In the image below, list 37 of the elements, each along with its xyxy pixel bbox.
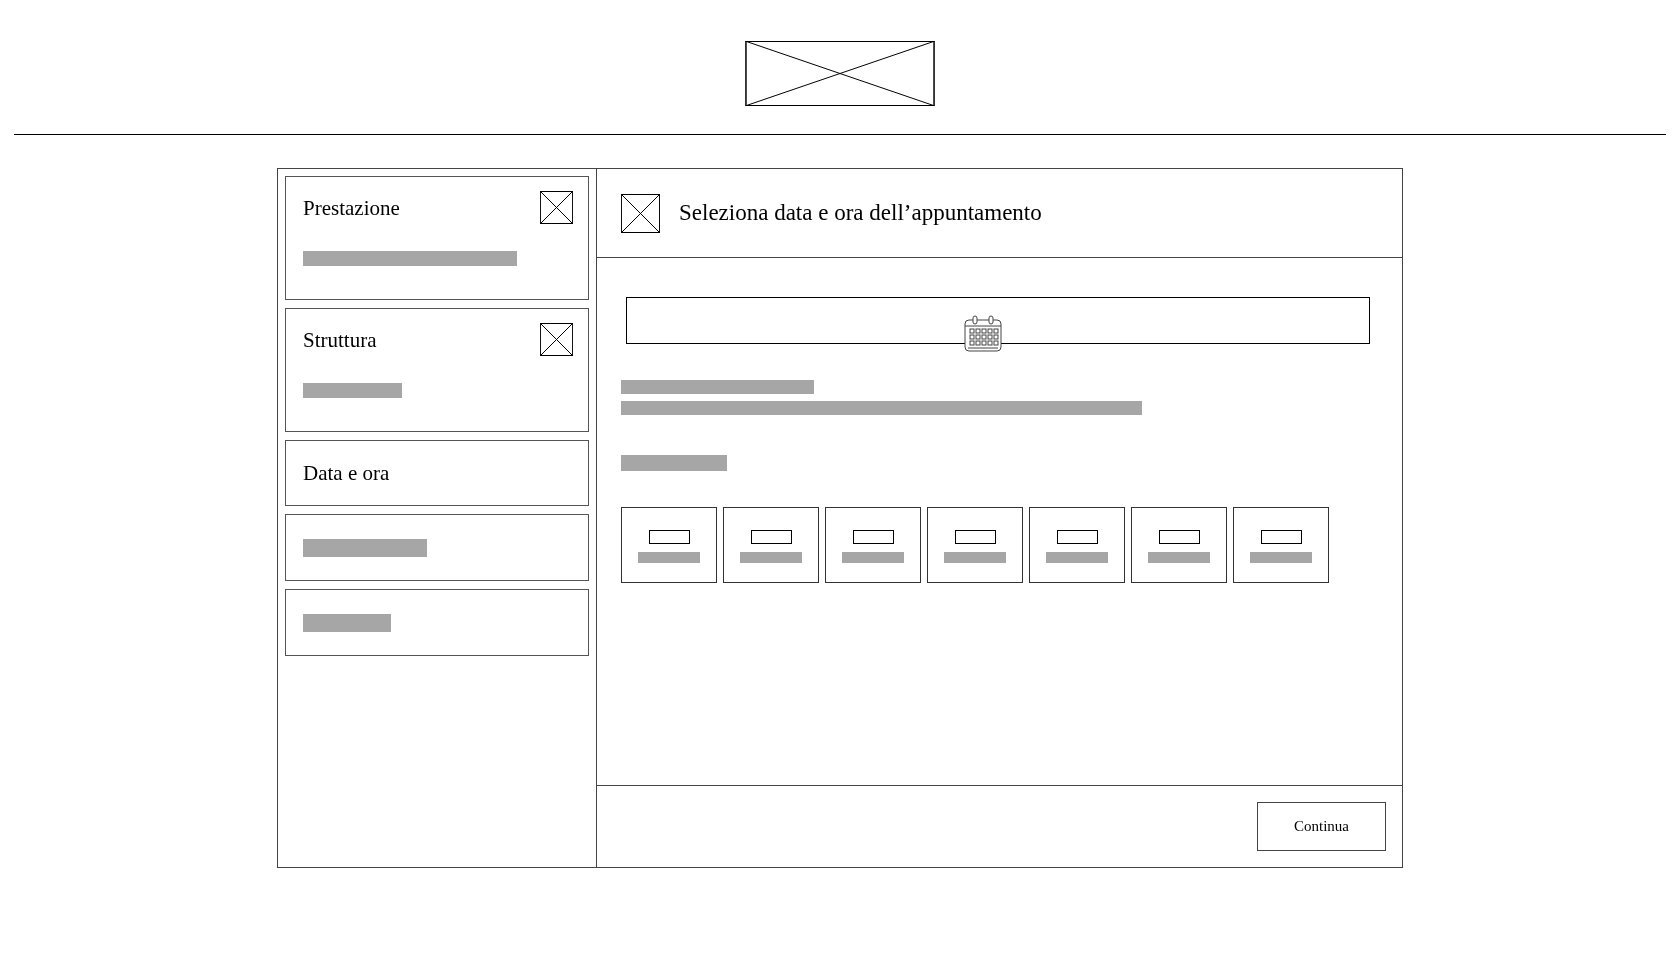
crossed-box-icon [540, 191, 573, 224]
step-title: Prestazione [303, 195, 400, 222]
date-picker-field[interactable] [626, 297, 1370, 344]
panel-title: Seleziona data e ora dell’appuntamento [679, 198, 1042, 227]
step-card[interactable] [285, 514, 589, 581]
step-card[interactable]: Data e ora [285, 440, 589, 506]
day-slot[interactable] [927, 507, 1023, 583]
text-placeholder-bar [842, 552, 904, 563]
slot-label-frame [1260, 530, 1302, 544]
logo-placeholder-icon [745, 41, 935, 106]
day-slot[interactable] [1029, 507, 1125, 583]
step-card[interactable]: Prestazione [285, 176, 589, 300]
day-slot[interactable] [1131, 507, 1227, 583]
slot-label-frame [1056, 530, 1098, 544]
slot-label-frame [954, 530, 996, 544]
day-slot[interactable] [723, 507, 819, 583]
continue-button[interactable]: Continua [1257, 802, 1386, 851]
text-placeholder-bar [944, 552, 1006, 563]
crossed-box-icon [621, 193, 660, 233]
text-placeholder-bar [638, 552, 700, 563]
step-card[interactable] [285, 589, 589, 656]
slot-label-frame [750, 530, 792, 544]
calendar-icon [963, 315, 1003, 353]
day-slot[interactable] [621, 507, 717, 583]
step-card[interactable]: Struttura [285, 308, 589, 432]
day-slot[interactable] [825, 507, 921, 583]
slot-label-frame [1158, 530, 1200, 544]
slot-label-frame [852, 530, 894, 544]
slot-label-frame [648, 530, 690, 544]
text-placeholder-bar [1250, 552, 1312, 563]
day-slot[interactable] [1233, 507, 1329, 583]
crossed-box-icon [540, 323, 573, 356]
text-placeholder-bar [1046, 552, 1108, 563]
step-title: Data e ora [303, 460, 390, 487]
text-placeholder-bar [740, 552, 802, 563]
step-title: Struttura [303, 327, 377, 354]
text-placeholder-bar [1148, 552, 1210, 563]
